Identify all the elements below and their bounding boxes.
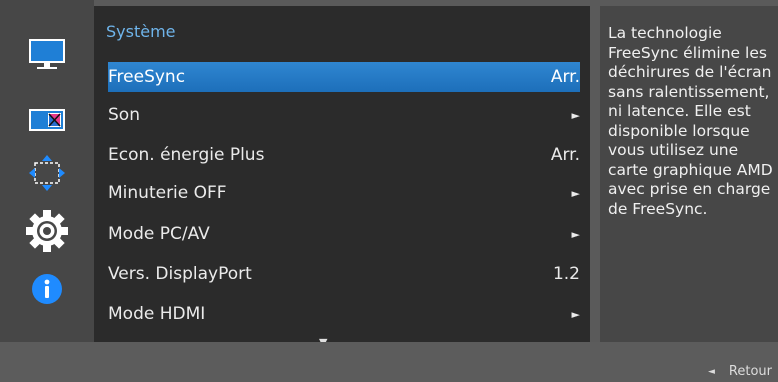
bottom-bar: ◄ Retour: [0, 342, 778, 382]
menu-item-mode-hdmi[interactable]: Mode HDMI ►: [108, 299, 580, 329]
menu-item-mode-pc-av[interactable]: Mode PC/AV ►: [108, 219, 580, 249]
menu-item-value: Arr.: [550, 67, 580, 87]
return-label: Retour: [728, 364, 772, 379]
chevron-right-icon: ►: [571, 186, 580, 200]
return-button[interactable]: ◄ Retour: [708, 364, 772, 379]
category-size-position[interactable]: [0, 148, 94, 198]
menu-item-econ-energie-plus[interactable]: Econ. énergie Plus Arr.: [108, 140, 580, 170]
size-position-icon: [29, 155, 65, 191]
menu-item-label: Mode HDMI: [108, 304, 206, 324]
menu-item-son[interactable]: Son ►: [108, 100, 580, 130]
menu-item-minuterie-off[interactable]: Minuterie OFF ►: [108, 178, 580, 208]
menu-item-label: Vers. DisplayPort: [108, 264, 252, 284]
menu-item-label: Mode PC/AV: [108, 224, 210, 244]
panel-title: Système: [106, 22, 176, 41]
category-picture[interactable]: [0, 29, 94, 79]
left-arrow-icon: ◄: [707, 366, 715, 377]
category-sidebar: [0, 0, 94, 342]
menu-item-label: Son: [108, 105, 140, 125]
menu-item-label: Minuterie OFF: [108, 183, 227, 203]
gear-icon: [26, 210, 68, 252]
color-icon: [29, 109, 65, 131]
menu-item-freesync[interactable]: FreeSync Arr.: [108, 62, 580, 92]
chevron-right-icon: ►: [571, 307, 580, 321]
menu-item-value: Arr.: [550, 145, 580, 165]
chevron-right-icon: ►: [571, 108, 580, 122]
info-icon: [32, 274, 62, 304]
menu-item-value: 1.2: [552, 264, 580, 284]
system-menu-panel: Système FreeSync Arr. Son ► Econ. énergi…: [94, 6, 590, 349]
category-color[interactable]: [0, 95, 94, 145]
menu-item-label: Econ. énergie Plus: [108, 145, 265, 165]
chevron-right-icon: ►: [571, 227, 580, 241]
osd-menu: Système FreeSync Arr. Son ► Econ. énergi…: [0, 0, 778, 382]
category-information[interactable]: [0, 264, 94, 314]
menu-item-vers-displayport[interactable]: Vers. DisplayPort 1.2: [108, 259, 580, 289]
item-description: La technologie FreeSync élimine les déch…: [600, 6, 778, 342]
menu-item-label: FreeSync: [108, 67, 186, 87]
monitor-icon: [29, 39, 65, 69]
category-system[interactable]: [0, 206, 94, 256]
